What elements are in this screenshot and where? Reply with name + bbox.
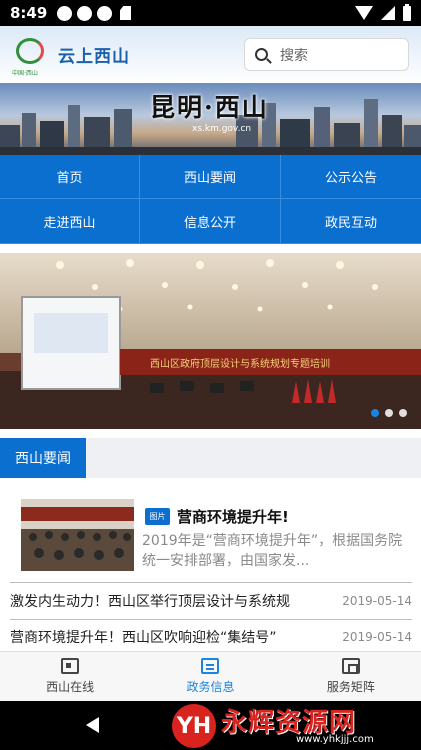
tab-xishan-online[interactable]: 西山在线 bbox=[0, 652, 140, 701]
carousel-slide-image: 西山区政府顶层设计与系统规划专题培训 bbox=[0, 253, 421, 429]
tab-label: 服务矩阵 bbox=[326, 680, 375, 694]
section-title[interactable]: 西山要闻 bbox=[0, 438, 86, 478]
app-title: 云上西山 bbox=[58, 47, 130, 67]
search-placeholder: 搜索 bbox=[280, 47, 308, 64]
watermark-url: www.yhkjjj.com bbox=[296, 734, 374, 745]
document-icon bbox=[201, 658, 220, 674]
notification-icon bbox=[77, 5, 92, 21]
banner-url: xs.km.gov.cn bbox=[192, 124, 252, 134]
carousel-dot[interactable] bbox=[399, 409, 407, 417]
news-title: 激发内生动力！西山区举行顶层设计与系统规 bbox=[10, 594, 290, 610]
nav-item-info-disclosure[interactable]: 信息公开 bbox=[140, 199, 281, 244]
section-header: 西山要闻 bbox=[0, 438, 421, 478]
city-banner: 昆明·西山 xs.km.gov.cn bbox=[0, 83, 421, 155]
news-date: 2019-05-14 bbox=[342, 594, 412, 608]
image-badge: 图片 bbox=[145, 508, 170, 525]
tab-label: 政务信息 bbox=[186, 680, 235, 694]
news-list-item[interactable]: 激发内生动力！西山区举行顶层设计与系统规 2019-05-14 bbox=[10, 588, 412, 614]
featured-summary: 2019年是“营商环境提升年”，根据国务院统一安排部署，由国家发... bbox=[142, 533, 403, 569]
main-nav-grid: 首页 西山要闻 公示公告 走进西山 信息公开 政民互动 bbox=[0, 155, 421, 244]
tab-label: 西山在线 bbox=[46, 680, 95, 694]
carousel-dot[interactable] bbox=[371, 409, 379, 417]
search-icon bbox=[255, 48, 268, 61]
status-bar: 8:49 bbox=[0, 0, 421, 26]
battery-icon bbox=[403, 3, 411, 21]
news-list-item[interactable]: 营商环境提升年！西山区吹响迎检“集结号” 2019-05-14 bbox=[10, 624, 412, 650]
divider bbox=[10, 619, 412, 620]
nav-item-xishan-news[interactable]: 西山要闻 bbox=[140, 155, 281, 199]
watermark-logo-icon: YH bbox=[172, 704, 216, 748]
status-time: 8:49 bbox=[10, 4, 48, 22]
back-icon[interactable] bbox=[86, 717, 99, 733]
notification-icon bbox=[97, 5, 112, 21]
bottom-tab-bar: 西山在线 政务信息 服务矩阵 bbox=[0, 651, 421, 701]
nav-item-announcements[interactable]: 公示公告 bbox=[281, 155, 421, 199]
store-icon bbox=[341, 658, 360, 674]
featured-news-item[interactable]: 图片 营商环境提升年! 2019年是“营商环境提升年”，根据国务院统一安排部署，… bbox=[21, 499, 411, 571]
nav-item-home[interactable]: 首页 bbox=[0, 155, 140, 199]
nav-item-about-xishan[interactable]: 走进西山 bbox=[0, 199, 140, 244]
featured-thumbnail bbox=[21, 499, 134, 571]
divider bbox=[10, 582, 412, 583]
logo-subtitle: 中国·西山 bbox=[12, 69, 38, 77]
news-date: 2019-05-14 bbox=[342, 630, 412, 644]
app-logo-icon: 中国·西山 bbox=[12, 36, 50, 77]
nav-item-public-interaction[interactable]: 政民互动 bbox=[281, 199, 421, 244]
tab-service-matrix[interactable]: 服务矩阵 bbox=[281, 652, 421, 701]
tab-government-info[interactable]: 政务信息 bbox=[140, 652, 280, 701]
carousel-dot[interactable] bbox=[385, 409, 393, 417]
banner-title: 昆明·西山 bbox=[150, 93, 269, 122]
carousel-pagination bbox=[371, 409, 407, 417]
slide-caption: 西山区政府顶层设计与系统规划专题培训 bbox=[150, 357, 330, 370]
news-title: 营商环境提升年！西山区吹响迎检“集结号” bbox=[10, 630, 277, 646]
wifi-icon bbox=[355, 6, 373, 20]
featured-title: 营商环境提升年! bbox=[177, 508, 289, 526]
image-carousel[interactable]: 西山区政府顶层设计与系统规划专题培训 bbox=[0, 253, 421, 429]
sd-card-icon bbox=[120, 6, 131, 20]
notification-icon bbox=[57, 5, 72, 21]
signal-icon bbox=[381, 6, 395, 20]
app-header: 中国·西山 云上西山 搜索 bbox=[0, 26, 421, 83]
search-input[interactable]: 搜索 bbox=[244, 38, 409, 71]
news-icon bbox=[61, 658, 80, 674]
